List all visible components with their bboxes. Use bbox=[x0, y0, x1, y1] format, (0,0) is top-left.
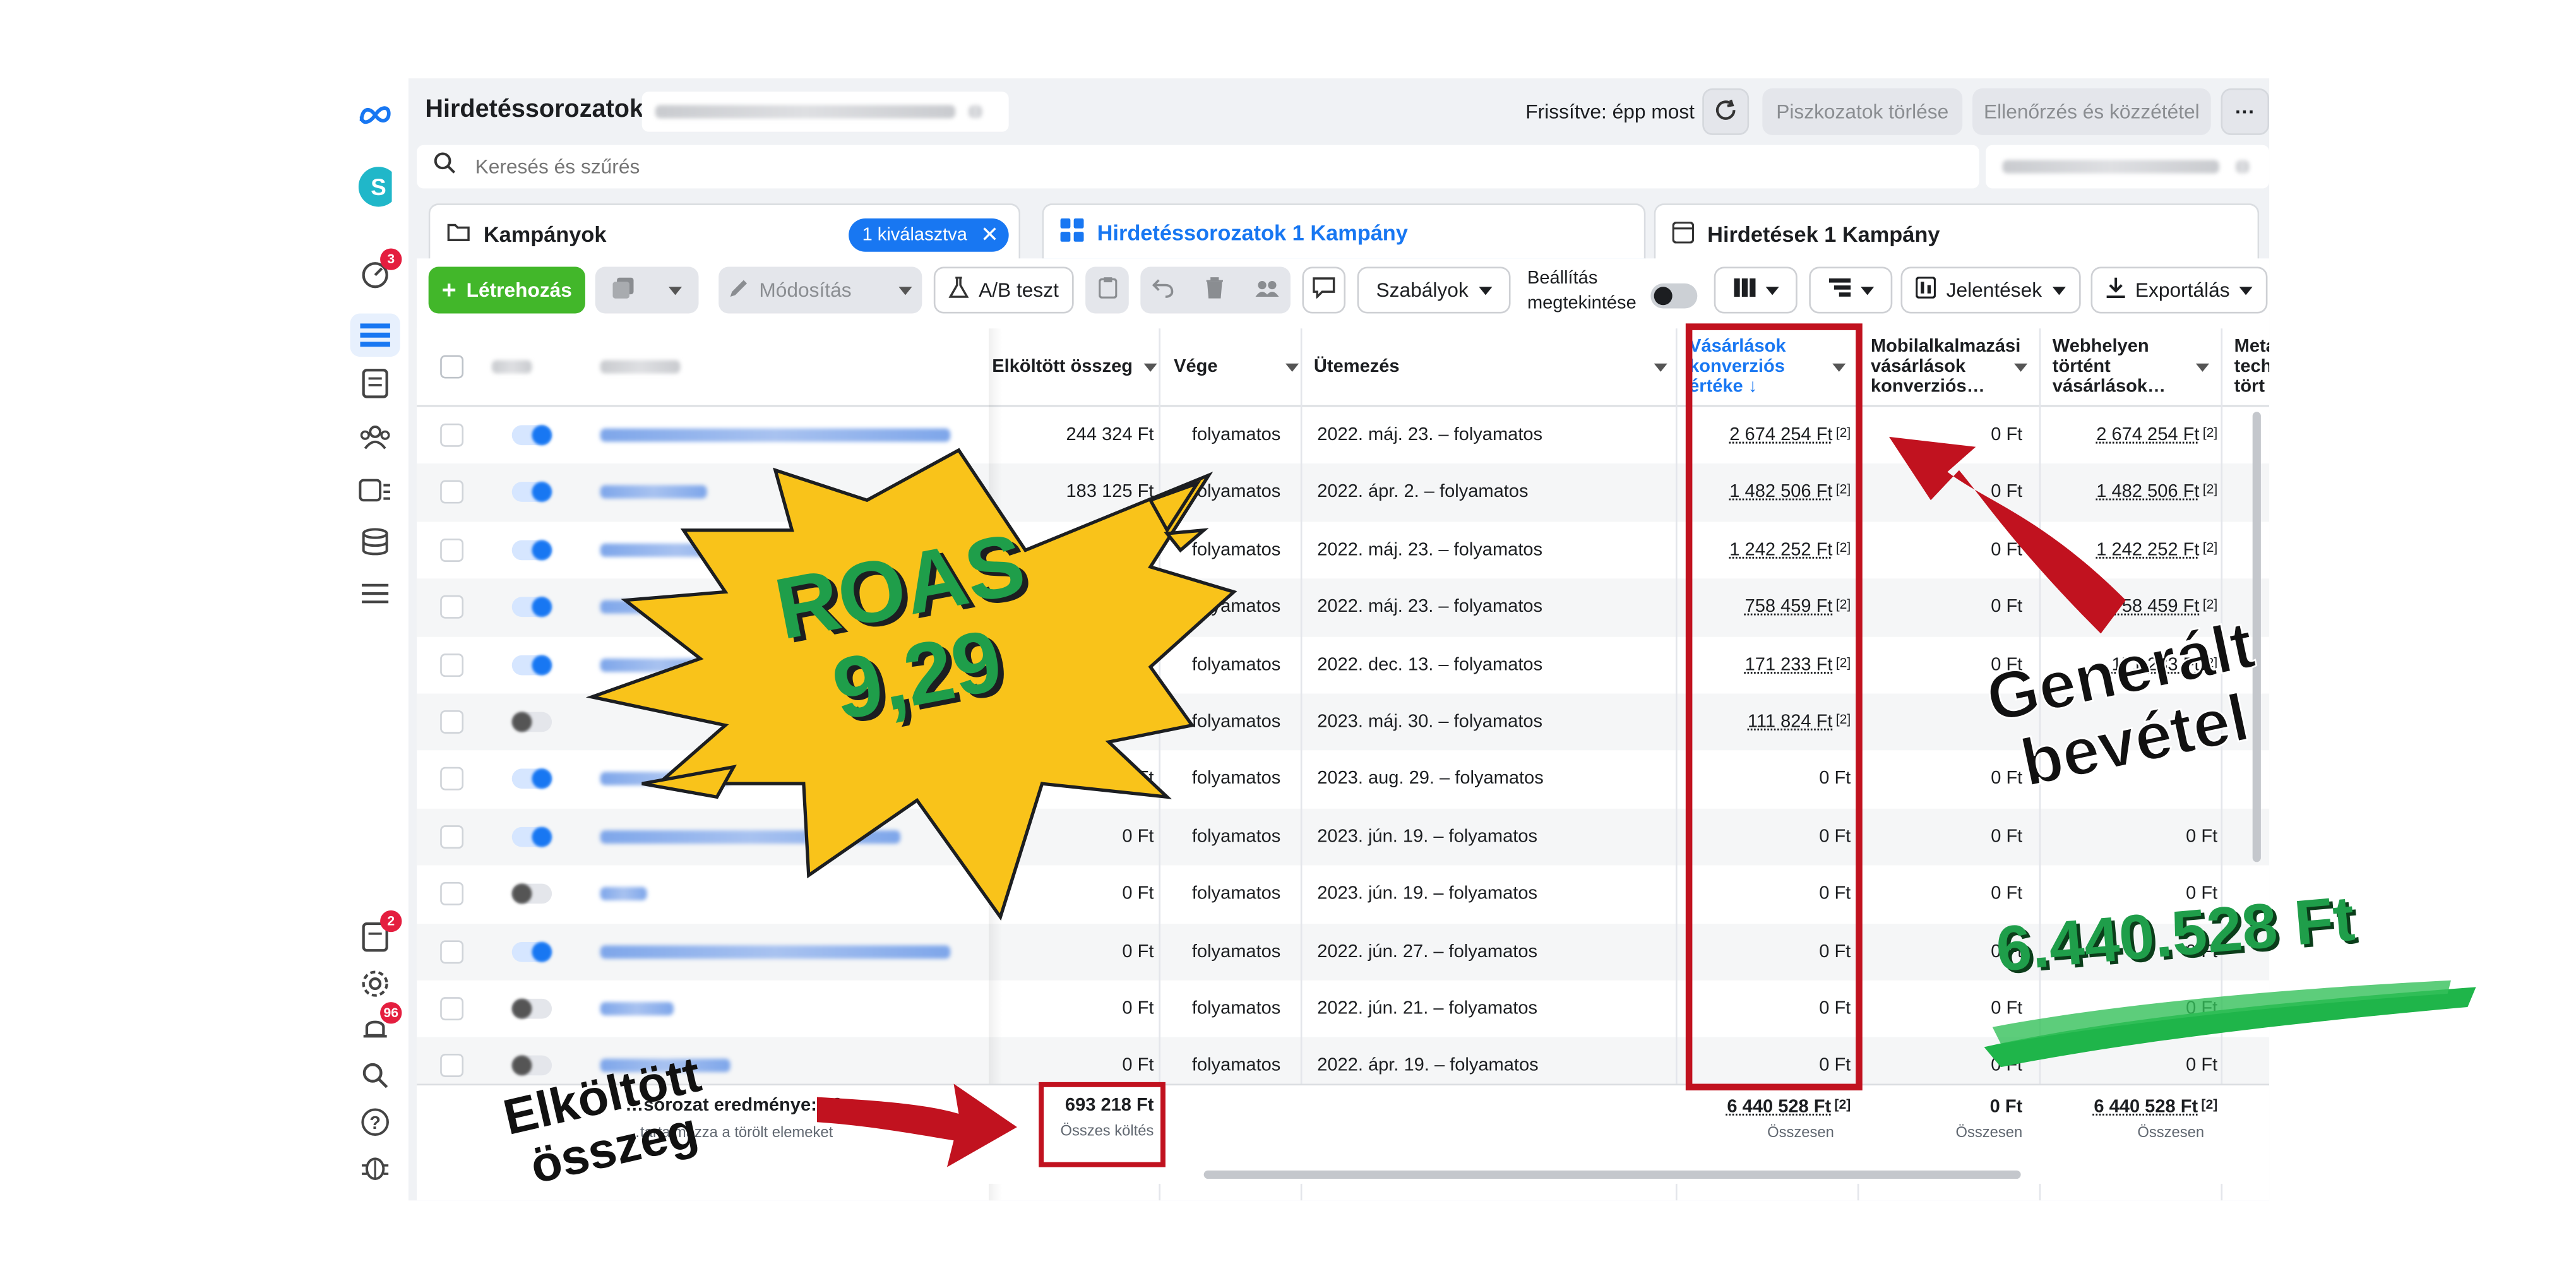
roas-burst-spike bbox=[1164, 528, 1209, 553]
screenshot-canvas: S 3 2 96 ? Hirdetéssorozatok Frissítve: … bbox=[0, 0, 2576, 1288]
red-arrow-to-revenue bbox=[1889, 436, 2126, 634]
red-arrow-to-spent bbox=[816, 1083, 1017, 1167]
